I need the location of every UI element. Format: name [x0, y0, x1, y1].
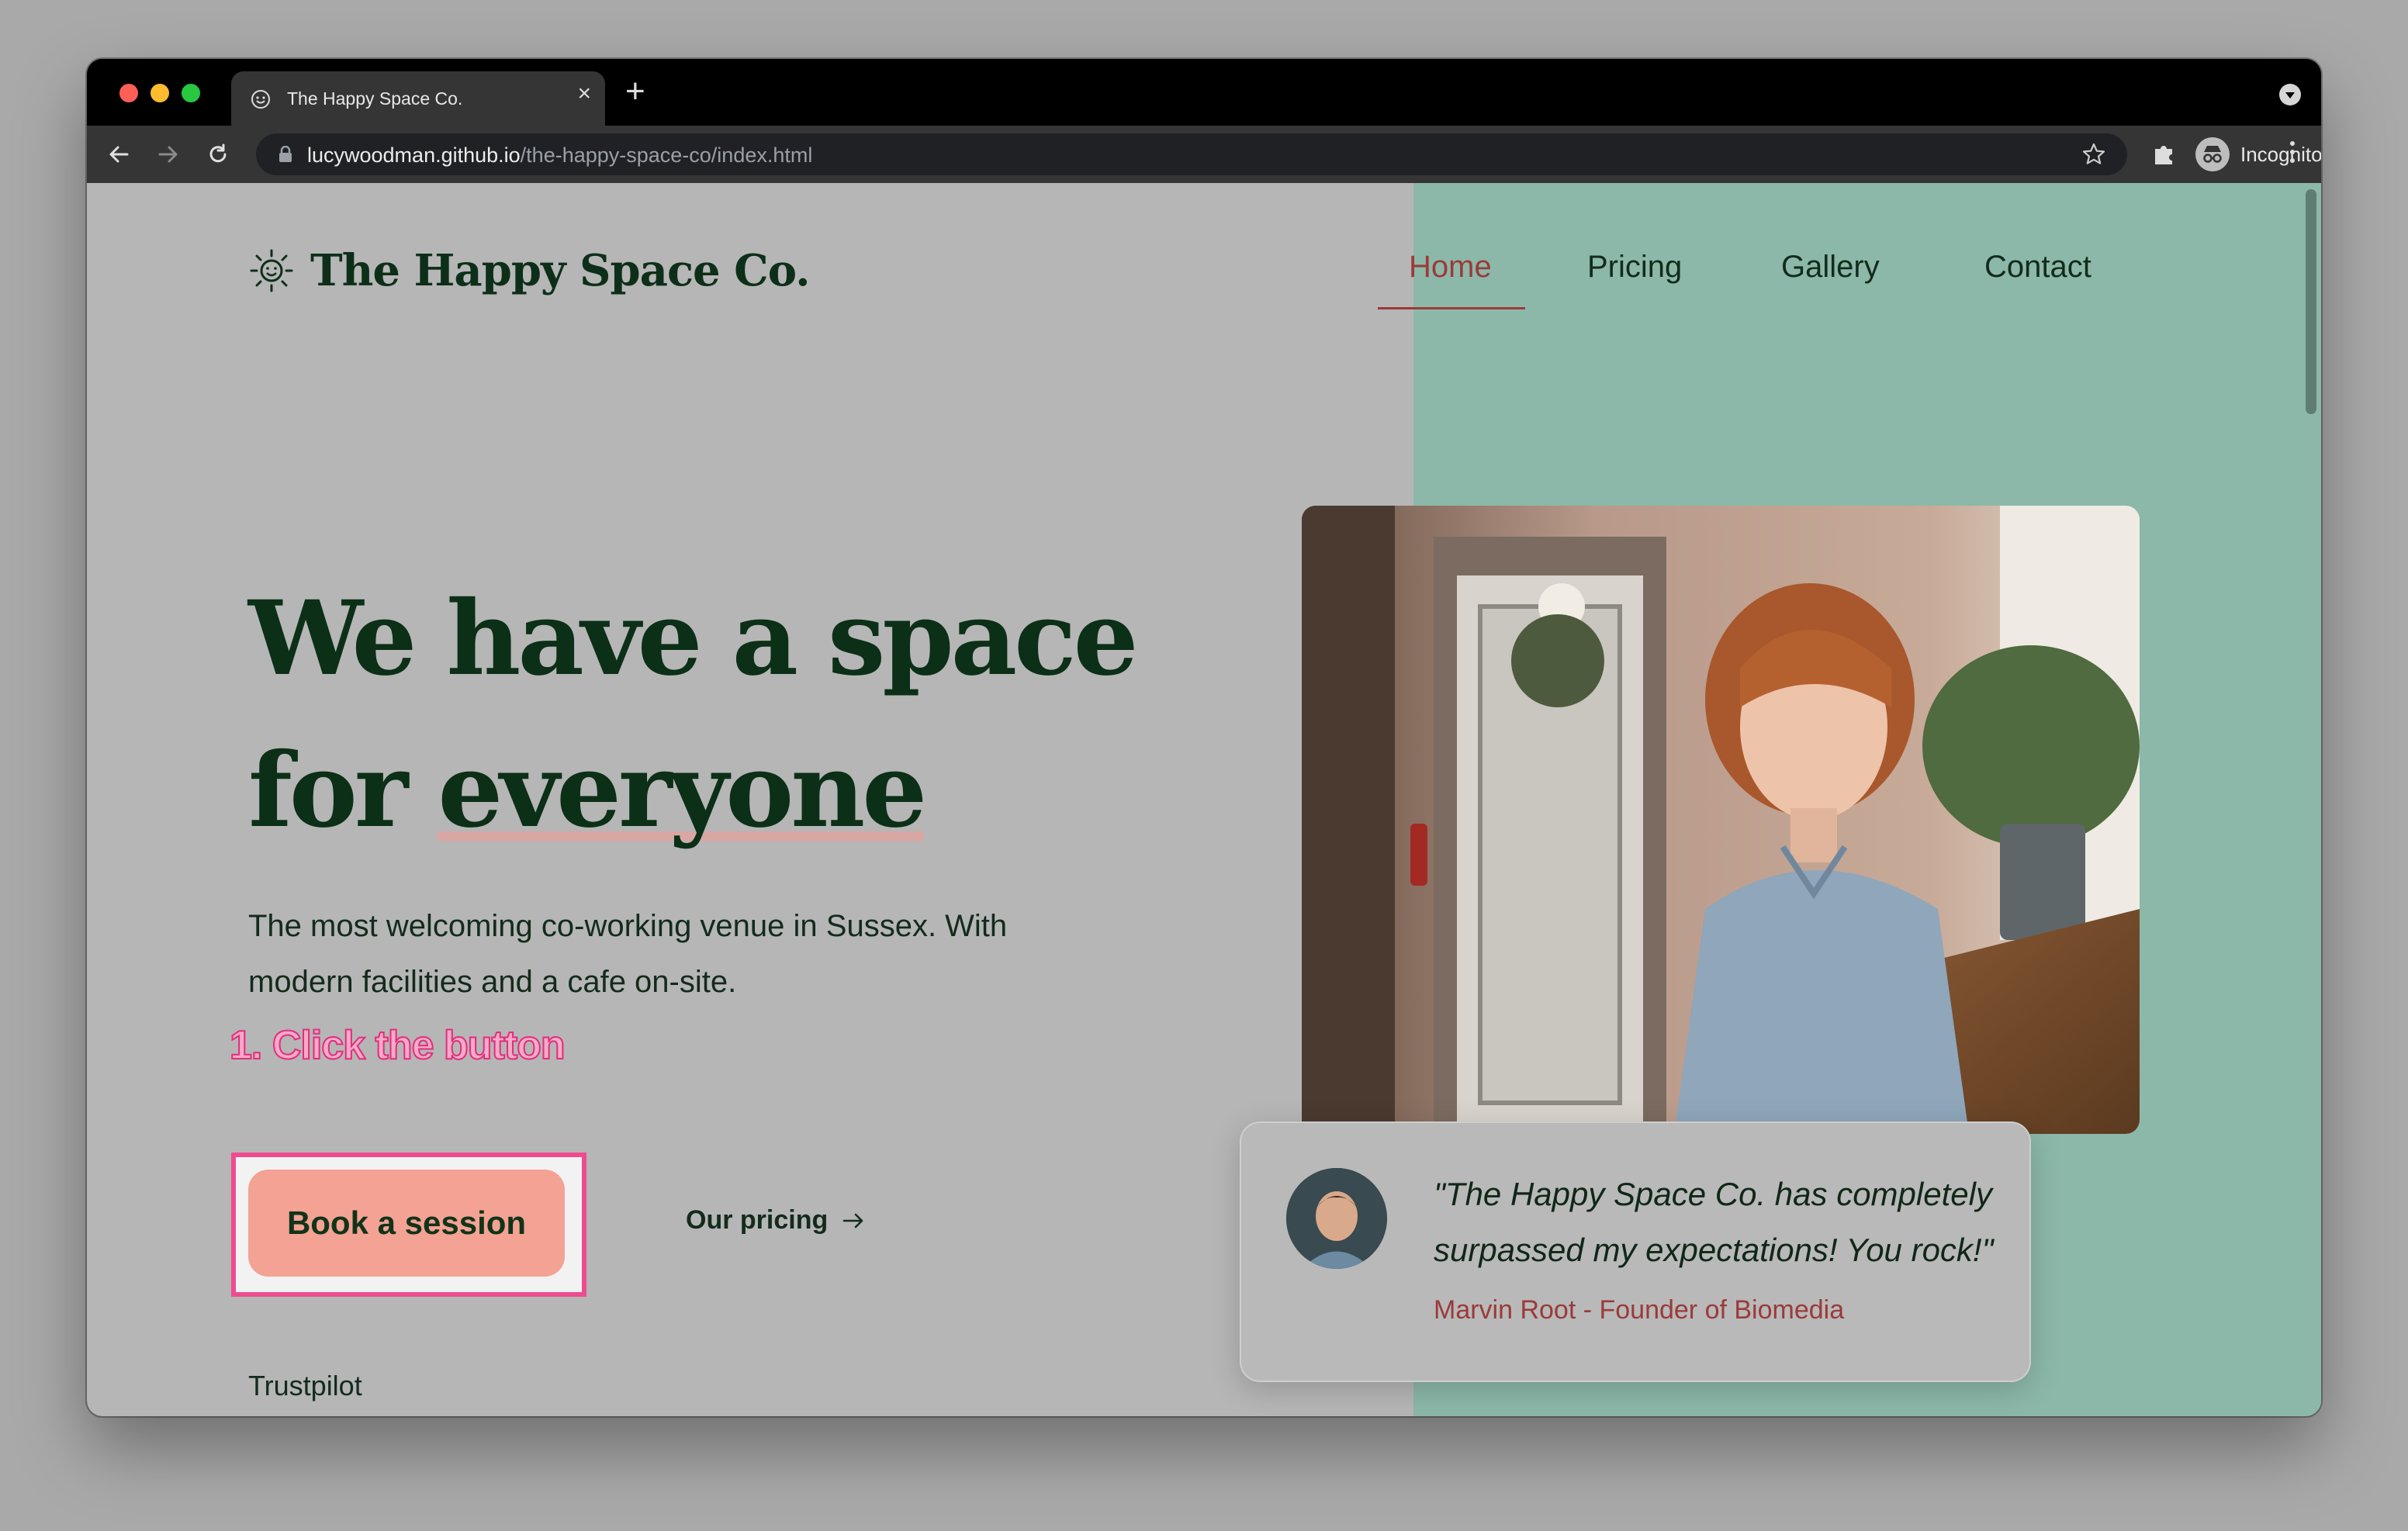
browser-menu-icon[interactable] [2289, 141, 2296, 167]
smiley-favicon-icon [251, 90, 270, 109]
book-session-label: Book a session [286, 1204, 527, 1241]
tab-title: The Happy Space Co. [287, 88, 463, 109]
nav-active-underline [1378, 307, 1525, 309]
forward-button[interactable] [150, 137, 186, 172]
testimonial-quote: "The Happy Space Co. has completely surp… [1434, 1176, 1994, 1268]
arrow-right-icon [158, 146, 178, 163]
tutorial-annotation: 1. Click the button [229, 1022, 566, 1069]
incognito-label: Incognito [2240, 142, 2321, 166]
hero-title-highlight: everyone [438, 731, 927, 851]
nav-gallery[interactable]: Gallery [1781, 250, 1880, 285]
nav-home[interactable]: Home [1409, 250, 1492, 285]
arrow-left-icon [109, 146, 129, 163]
book-session-button[interactable]: Book a session [248, 1170, 565, 1277]
close-window-button[interactable] [119, 84, 138, 102]
hero-title-line1: We have a space [248, 579, 1139, 699]
browser-window: The Happy Space Co. × + lucywoodman.gith… [87, 59, 2321, 1416]
testimonial-author: Marvin Root - Founder of Biomedia [1434, 1295, 1845, 1325]
web-page: The Happy Space Co. Home Pricing Gallery… [87, 183, 2321, 1416]
scrollbar-thumb[interactable] [2306, 189, 2316, 414]
site-logo[interactable]: The Happy Space Co. [248, 245, 811, 296]
url-host: lucywoodman.github.io [307, 143, 521, 167]
browser-tab[interactable]: The Happy Space Co. × [231, 71, 605, 126]
brand-name: The Happy Space Co. [310, 245, 811, 296]
avatar [1286, 1168, 1387, 1269]
browser-toolbar: lucywoodman.github.io/the-happy-space-co… [87, 126, 2321, 183]
page-scrollbar[interactable] [2299, 183, 2321, 1416]
minimize-window-button[interactable] [150, 84, 169, 102]
hero-title-line2-prefix: for [248, 731, 438, 851]
hero-photo [1302, 506, 2140, 1134]
url-text: lucywoodman.github.io/the-happy-space-co… [307, 143, 812, 168]
lock-icon [279, 146, 292, 162]
incognito-profile-button[interactable]: Incognito [2195, 133, 2321, 175]
sun-logo-icon [250, 249, 293, 292]
reload-button[interactable] [200, 137, 236, 172]
maximize-window-button[interactable] [182, 84, 200, 102]
address-bar[interactable]: lucywoodman.github.io/the-happy-space-co… [256, 133, 2127, 175]
hero-title: We have a space for everyone [248, 563, 1139, 867]
hero-description: The most welcoming co-working venue in S… [248, 909, 1008, 999]
our-pricing-link[interactable]: Our pricing [686, 1205, 865, 1236]
trustpilot-label: Trustpilot [248, 1370, 362, 1401]
tab-search-dropdown-icon[interactable] [2279, 84, 2301, 105]
nav-contact[interactable]: Contact [1984, 250, 2091, 285]
testimonial-card: "The Happy Space Co. has completely surp… [1240, 1121, 2031, 1382]
tab-close-icon[interactable]: × [577, 82, 591, 105]
back-button[interactable] [101, 137, 137, 172]
tab-strip: The Happy Space Co. × + [87, 59, 2321, 126]
our-pricing-label: Our pricing [686, 1205, 829, 1235]
url-path: /the-happy-space-co/index.html [520, 143, 813, 167]
extensions-puzzle-icon[interactable] [2150, 140, 2178, 168]
new-tab-button[interactable]: + [625, 74, 645, 109]
incognito-icon [2195, 137, 2230, 171]
nav-pricing[interactable]: Pricing [1587, 250, 1682, 285]
reload-icon [209, 143, 227, 163]
bookmark-star-icon[interactable] [2081, 141, 2107, 168]
arrow-right-icon [842, 1213, 863, 1228]
